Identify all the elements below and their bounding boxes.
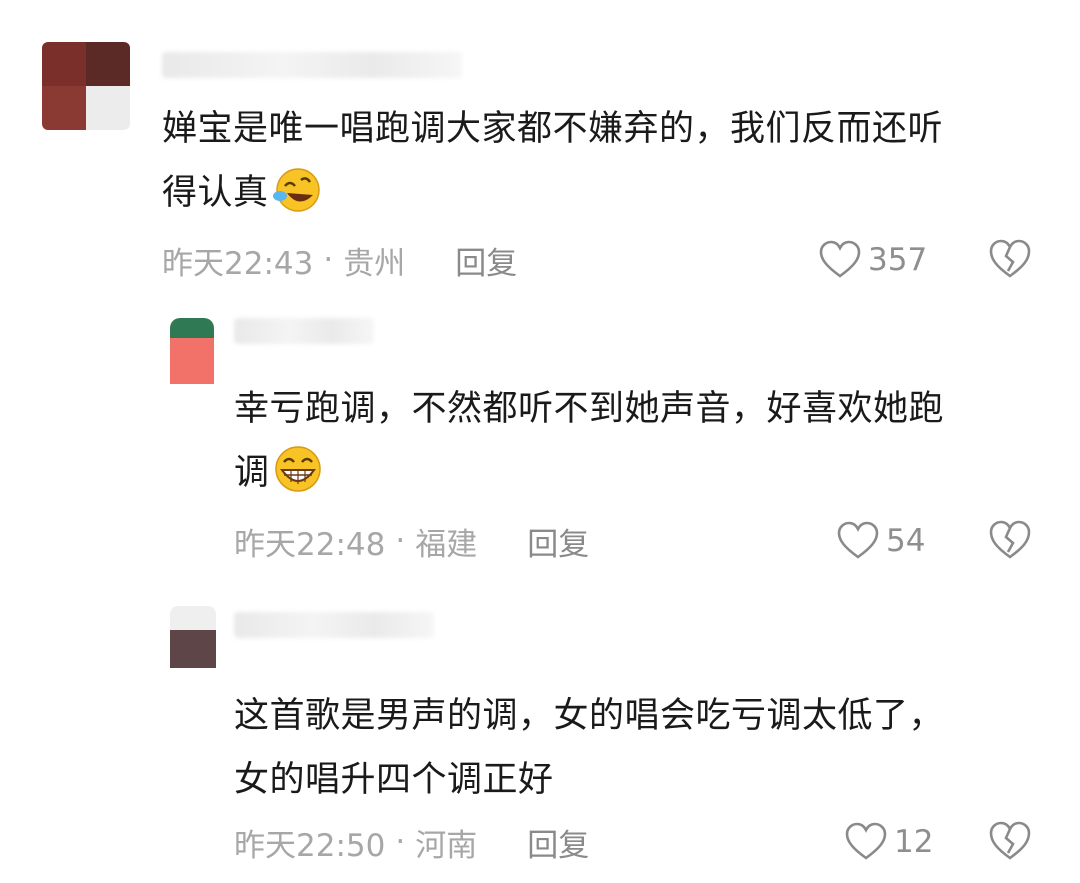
comment-location: 河南	[415, 827, 478, 864]
avatar[interactable]	[170, 606, 216, 668]
comment-location: 贵州	[343, 245, 406, 282]
like-button[interactable]: 357	[818, 240, 927, 280]
comment-time: 昨天22:48	[234, 526, 386, 563]
meta-separator: ·	[323, 242, 334, 278]
broken-heart-icon	[989, 239, 1031, 278]
comment-time: 昨天22:43	[162, 245, 314, 282]
like-button[interactable]: 54	[836, 521, 925, 561]
rolling-laughing-emoji-icon	[271, 166, 323, 235]
heart-outline-icon	[837, 521, 879, 559]
reply-button[interactable]: 回复	[527, 519, 589, 564]
username-blurred[interactable]	[234, 318, 374, 344]
broken-heart-icon	[989, 821, 1031, 860]
comment-text: 这首歌是男声的调，女的唱会吃亏调太低了， 女的唱升四个调正好	[234, 684, 1064, 812]
dislike-button[interactable]	[988, 238, 1032, 284]
comment-text-line: 婵宝是唯一唱跑调大家都不嫌弃的，我们反而还听	[162, 109, 944, 149]
meta-separator: ·	[395, 824, 406, 860]
heart-outline-icon	[819, 240, 861, 278]
comment-meta: 昨天22:48 · 福建 回复	[234, 519, 589, 564]
comment-text-line: 这首歌是男声的调，女的唱会吃亏调太低了，	[234, 696, 945, 736]
grinning-emoji-icon	[272, 444, 324, 515]
like-button[interactable]: 12	[844, 822, 933, 862]
comment-text-line: 女的唱升四个调正好	[234, 760, 554, 800]
username-blurred[interactable]	[234, 612, 434, 638]
reply-button[interactable]: 回复	[527, 820, 589, 865]
username-blurred[interactable]	[162, 52, 462, 78]
reply-button[interactable]: 回复	[455, 238, 517, 283]
comment-meta: 昨天22:43 · 贵州 回复	[162, 238, 517, 283]
comment-meta: 昨天22:50 · 河南 回复	[234, 820, 589, 865]
like-count: 12	[894, 824, 934, 860]
avatar[interactable]	[42, 42, 130, 130]
avatar[interactable]	[170, 318, 214, 384]
comment-text: 婵宝是唯一唱跑调大家都不嫌弃的，我们反而还听 得认真	[162, 97, 1062, 235]
broken-heart-icon	[989, 520, 1031, 559]
comment-time: 昨天22:50	[234, 827, 386, 864]
comment-text-line: 幸亏跑调，不然都听不到她声音，好喜欢她跑	[234, 389, 945, 429]
comment-location: 福建	[415, 526, 478, 563]
comment-text-line: 调	[234, 453, 270, 493]
comment-text: 幸亏跑调，不然都听不到她声音，好喜欢她跑 调	[234, 377, 1064, 515]
meta-separator: ·	[395, 523, 406, 559]
like-count: 54	[886, 523, 926, 559]
heart-outline-icon	[845, 822, 887, 860]
comment-text-line: 得认真	[162, 173, 269, 213]
dislike-button[interactable]	[988, 519, 1032, 565]
like-count: 357	[868, 242, 928, 278]
dislike-button[interactable]	[988, 820, 1032, 866]
